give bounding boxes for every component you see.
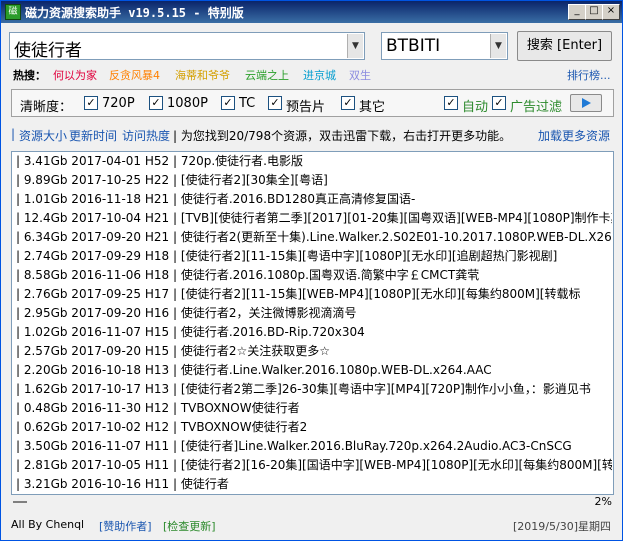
list-item[interactable]: | 9.89Gb 2017-10-25 H22 | [使徒行者2][30集全][… [16, 171, 612, 190]
hot-item[interactable]: 双生 [349, 67, 371, 83]
horizontal-scrollbar[interactable]: 2% [11, 495, 614, 509]
play-icon [582, 98, 591, 108]
hot-item[interactable]: 云端之上 [245, 67, 289, 83]
checkbox-label: 720P [102, 96, 135, 111]
load-more-link[interactable]: 加载更多资源 [538, 127, 610, 144]
list-item[interactable]: | 2.95Gb 2017-09-20 H16 | 使徒行者2，关注微博影视滴滴… [16, 304, 612, 323]
list-item[interactable]: | 8.58Gb 2016-11-06 H18 | 使徒行者.2016.1080… [16, 266, 612, 285]
checkbox-1080p[interactable]: ✓ [149, 96, 163, 110]
checkbox-trailer[interactable]: ✓ [268, 96, 282, 110]
hot-item[interactable]: 进京城 [303, 67, 336, 83]
hot-search-bar: 热搜： 何以为家 反贪风暴4 海蒂和爷爷 云端之上 进京城 双生 排行榜... [13, 65, 613, 83]
checkbox-720p[interactable]: ✓ [84, 96, 98, 110]
list-item[interactable]: | 1.01Gb 2016-11-18 H21 | 使徒行者.2016.BD12… [16, 190, 612, 209]
close-button[interactable]: × [602, 4, 620, 20]
hot-item[interactable]: 反贪风暴4 [109, 67, 160, 83]
list-item[interactable]: | 0.48Gb 2016-11-30 H12 | TVBOXNOW使徒行者 [16, 399, 612, 418]
ad-filter-label: 广告过滤 [510, 100, 563, 115]
date-label: [2019/5/30]星期四 [513, 520, 611, 533]
checkbox-label: 预告片 [286, 100, 326, 115]
filter-panel: 清晰度： ✓ 720P ✓ 1080P ✓ TC ✓ 预告片 ✓ 其它 ✓ 自动… [11, 89, 614, 117]
resolution-label: 清晰度： [20, 100, 73, 115]
search-query: 使徒行者 [14, 41, 82, 61]
chevron-down-icon[interactable]: ▼ [347, 34, 363, 58]
checkbox-tc[interactable]: ✓ [221, 96, 235, 110]
engine-select[interactable]: BTBITI ▼ [381, 32, 508, 60]
auto-label: 自动 [462, 100, 489, 115]
list-item[interactable]: | 12.4Gb 2017-10-04 H21 | [TVB][使徒行者第二季]… [16, 209, 612, 228]
status-bar: | 资源大小 更新时间 访问热度 | 为您找到20/798个资源，双击迅雷下载，… [11, 127, 614, 143]
result-message: | 为您找到20/798个资源，双击迅雷下载，右击打开更多功能。 [173, 129, 512, 143]
list-item[interactable]: | 2.81Gb 2017-10-05 H11 | [使徒行者2][16-20集… [16, 456, 612, 475]
checkbox-label: TC [239, 96, 256, 111]
title-bar[interactable]: 磁 磁力资源搜索助手 v19.5.15 - 特别版 _ □ × [1, 1, 622, 23]
list-item[interactable]: | 2.57Gb 2017-09-20 H15 | 使徒行者2☆关注获取更多☆ [16, 342, 612, 361]
hot-search-label: 热搜： [13, 69, 46, 82]
list-item[interactable]: | 1.02Gb 2016-11-07 H15 | 使徒行者.2016.BD-R… [16, 323, 612, 342]
rank-link[interactable]: 排行榜... [567, 67, 611, 83]
window-title: 磁力资源搜索助手 v19.5.15 - 特别版 [25, 6, 244, 20]
list-item[interactable]: | 2.20Gb 2016-10-18 H13 | 使徒行者.Line.Walk… [16, 361, 612, 380]
check-update-link[interactable]: [检查更新] [163, 518, 216, 534]
list-item[interactable]: | 0.62Gb 2017-10-02 H12 | TVBOXNOW使徒行者2 [16, 418, 612, 437]
checkbox-other[interactable]: ✓ [341, 96, 355, 110]
scroll-percent: 2% [594, 495, 612, 508]
minimize-button[interactable]: _ [568, 4, 586, 20]
scrollbar-thumb[interactable] [13, 501, 27, 503]
checkbox-ad-filter[interactable]: ✓ [492, 96, 506, 110]
list-item[interactable]: | 3.21Gb 2016-10-16 H11 | 使徒行者 [16, 475, 612, 494]
play-button[interactable] [570, 94, 602, 112]
search-input[interactable]: 使徒行者 ▼ [9, 32, 365, 61]
chevron-down-icon[interactable]: ▼ [490, 34, 506, 58]
sort-by-heat[interactable]: 访问热度 [122, 127, 170, 144]
checkbox-auto[interactable]: ✓ [444, 96, 458, 110]
app-icon: 磁 [5, 4, 21, 20]
list-item[interactable]: | 6.34Gb 2017-09-20 H21 | 使徒行者2(更新至十集).L… [16, 228, 612, 247]
maximize-button[interactable]: □ [585, 4, 603, 20]
hot-item[interactable]: 何以为家 [53, 67, 97, 83]
checkbox-label: 其它 [359, 100, 386, 115]
list-item[interactable]: | 1.62Gb 2017-10-17 H13 | [使徒行者2第二季]26-3… [16, 380, 612, 399]
main-window: 磁 磁力资源搜索助手 v19.5.15 - 特别版 _ □ × 使徒行者 ▼ B… [0, 0, 623, 541]
sort-by-size[interactable]: 资源大小 [19, 127, 67, 144]
sort-by-time[interactable]: 更新时间 [69, 127, 117, 144]
list-item[interactable]: | 2.76Gb 2017-09-25 H17 | [使徒行者2][11-15集… [16, 285, 612, 304]
list-item[interactable]: | 3.41Gb 2017-04-01 H52 | 720p.使徒行者.电影版 [16, 152, 612, 171]
results-list[interactable]: | 3.41Gb 2017-04-01 H52 | 720p.使徒行者.电影版 … [11, 151, 614, 495]
donate-link[interactable]: [赞助作者] [99, 518, 152, 534]
author-label: All By Chenql [11, 518, 85, 531]
sort-divider: | [11, 127, 16, 141]
search-button[interactable]: 搜索 [Enter] [517, 31, 612, 61]
hot-item[interactable]: 海蒂和爷爷 [175, 67, 230, 83]
list-item[interactable]: | 3.50Gb 2016-11-07 H11 | [使徒行者]Line.Wal… [16, 437, 612, 456]
checkbox-label: 1080P [167, 96, 208, 111]
engine-value: BTBITI [386, 36, 441, 56]
list-item[interactable]: | 2.74Gb 2017-09-29 H18 | [使徒行者2][11-15集… [16, 247, 612, 266]
